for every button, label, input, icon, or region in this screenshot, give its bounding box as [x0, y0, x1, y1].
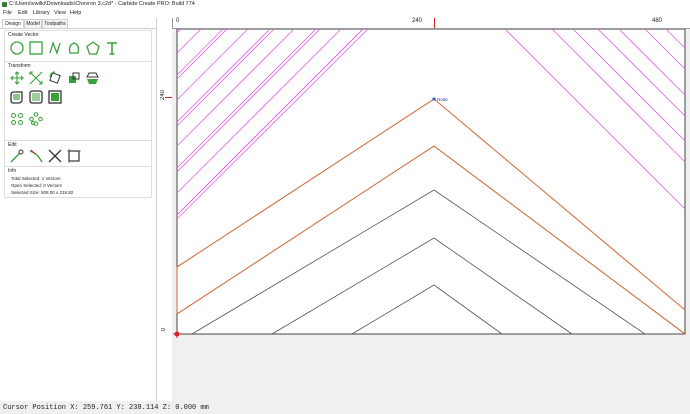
canvas-drawing[interactable]: Node: [172, 29, 690, 401]
pentagon-icon[interactable]: [86, 41, 100, 55]
app-icon: [2, 2, 7, 7]
text-icon[interactable]: [105, 41, 119, 55]
menu-view[interactable]: View: [54, 9, 66, 18]
title-bar: C:\Users\vwilki\Downloads\Chevron 3.c2d*…: [0, 0, 690, 9]
design-canvas[interactable]: Node: [172, 29, 690, 401]
circle-icon[interactable]: [10, 41, 24, 55]
tab-model[interactable]: Model: [24, 19, 42, 28]
edit-title: Edit: [8, 142, 17, 148]
ruler-top-label-480: 480: [652, 18, 663, 24]
boolean-icon[interactable]: [29, 90, 43, 104]
selected-size: Selected Size: 508.00 x 218.82: [11, 190, 74, 195]
info-title: Info: [8, 168, 17, 174]
node-edit-icon[interactable]: [10, 149, 24, 163]
trim-icon[interactable]: [29, 149, 43, 163]
move-icon[interactable]: [10, 71, 24, 85]
transform-group: Transform: [4, 61, 152, 141]
transform-title: Transform: [8, 63, 31, 69]
ruler-top-label-240: 240: [412, 18, 423, 24]
mirror-icon[interactable]: [67, 71, 81, 85]
ruler-top-label-0: 0: [176, 18, 180, 24]
cut-icon[interactable]: [48, 149, 62, 163]
total-selected: Total Selected: 1 Vectors: [11, 176, 61, 181]
ruler-top-cursor-marker: [434, 18, 435, 28]
menu-help[interactable]: Help: [70, 9, 81, 18]
ruler-left: 240 0: [157, 18, 173, 401]
menu-file[interactable]: File: [3, 9, 12, 18]
ruler-left-label-0: 0: [161, 328, 167, 332]
node-grid-icon[interactable]: [10, 112, 24, 126]
ruler-top: 0 240 480: [172, 18, 690, 29]
menu-edit[interactable]: Edit: [18, 9, 27, 18]
open-selected: Open Selected: 0 Vectors: [11, 183, 63, 188]
info-group: Info Total Selected: 1 Vectors Open Sele…: [4, 166, 152, 198]
fillet-icon[interactable]: [10, 90, 24, 104]
cursor-position: Cursor Position X: 259.761 Y: 238.114 Z:…: [3, 404, 209, 412]
selected-node: [432, 97, 436, 101]
ruler-left-cursor-marker: [165, 97, 172, 98]
rectangle-icon[interactable]: [29, 41, 43, 55]
status-bar: Cursor Position X: 259.761 Y: 238.114 Z:…: [0, 402, 690, 414]
menu-bar: File Edit Library View Help: [0, 9, 690, 18]
rotate-icon[interactable]: [48, 71, 62, 85]
node-pattern-icon[interactable]: [29, 112, 43, 126]
scale-icon[interactable]: [29, 71, 43, 85]
create-vector-group: Create Vector: [4, 30, 152, 62]
design-panel: Design Model Toolpaths Create Vector Tra…: [0, 18, 157, 401]
polygon-icon[interactable]: [67, 41, 81, 55]
stock-boundary: [176, 29, 686, 335]
window-title: C:\Users\vwilki\Downloads\Chevron 3.c2d*…: [9, 1, 195, 7]
ruler-left-label-240: 240: [160, 90, 166, 101]
edit-group: Edit: [4, 140, 152, 167]
menu-library[interactable]: Library: [33, 9, 50, 18]
create-vector-title: Create Vector: [8, 32, 39, 38]
bounding-icon[interactable]: [67, 149, 81, 163]
tab-toolpaths[interactable]: Toolpaths: [42, 19, 68, 28]
offset-icon[interactable]: [86, 71, 100, 85]
curve-icon[interactable]: [48, 41, 62, 55]
align-icon[interactable]: [48, 90, 62, 104]
panel-tabs: Design Model Toolpaths: [0, 18, 156, 29]
tab-design[interactable]: Design: [2, 19, 24, 28]
node-label: Node: [437, 97, 448, 102]
